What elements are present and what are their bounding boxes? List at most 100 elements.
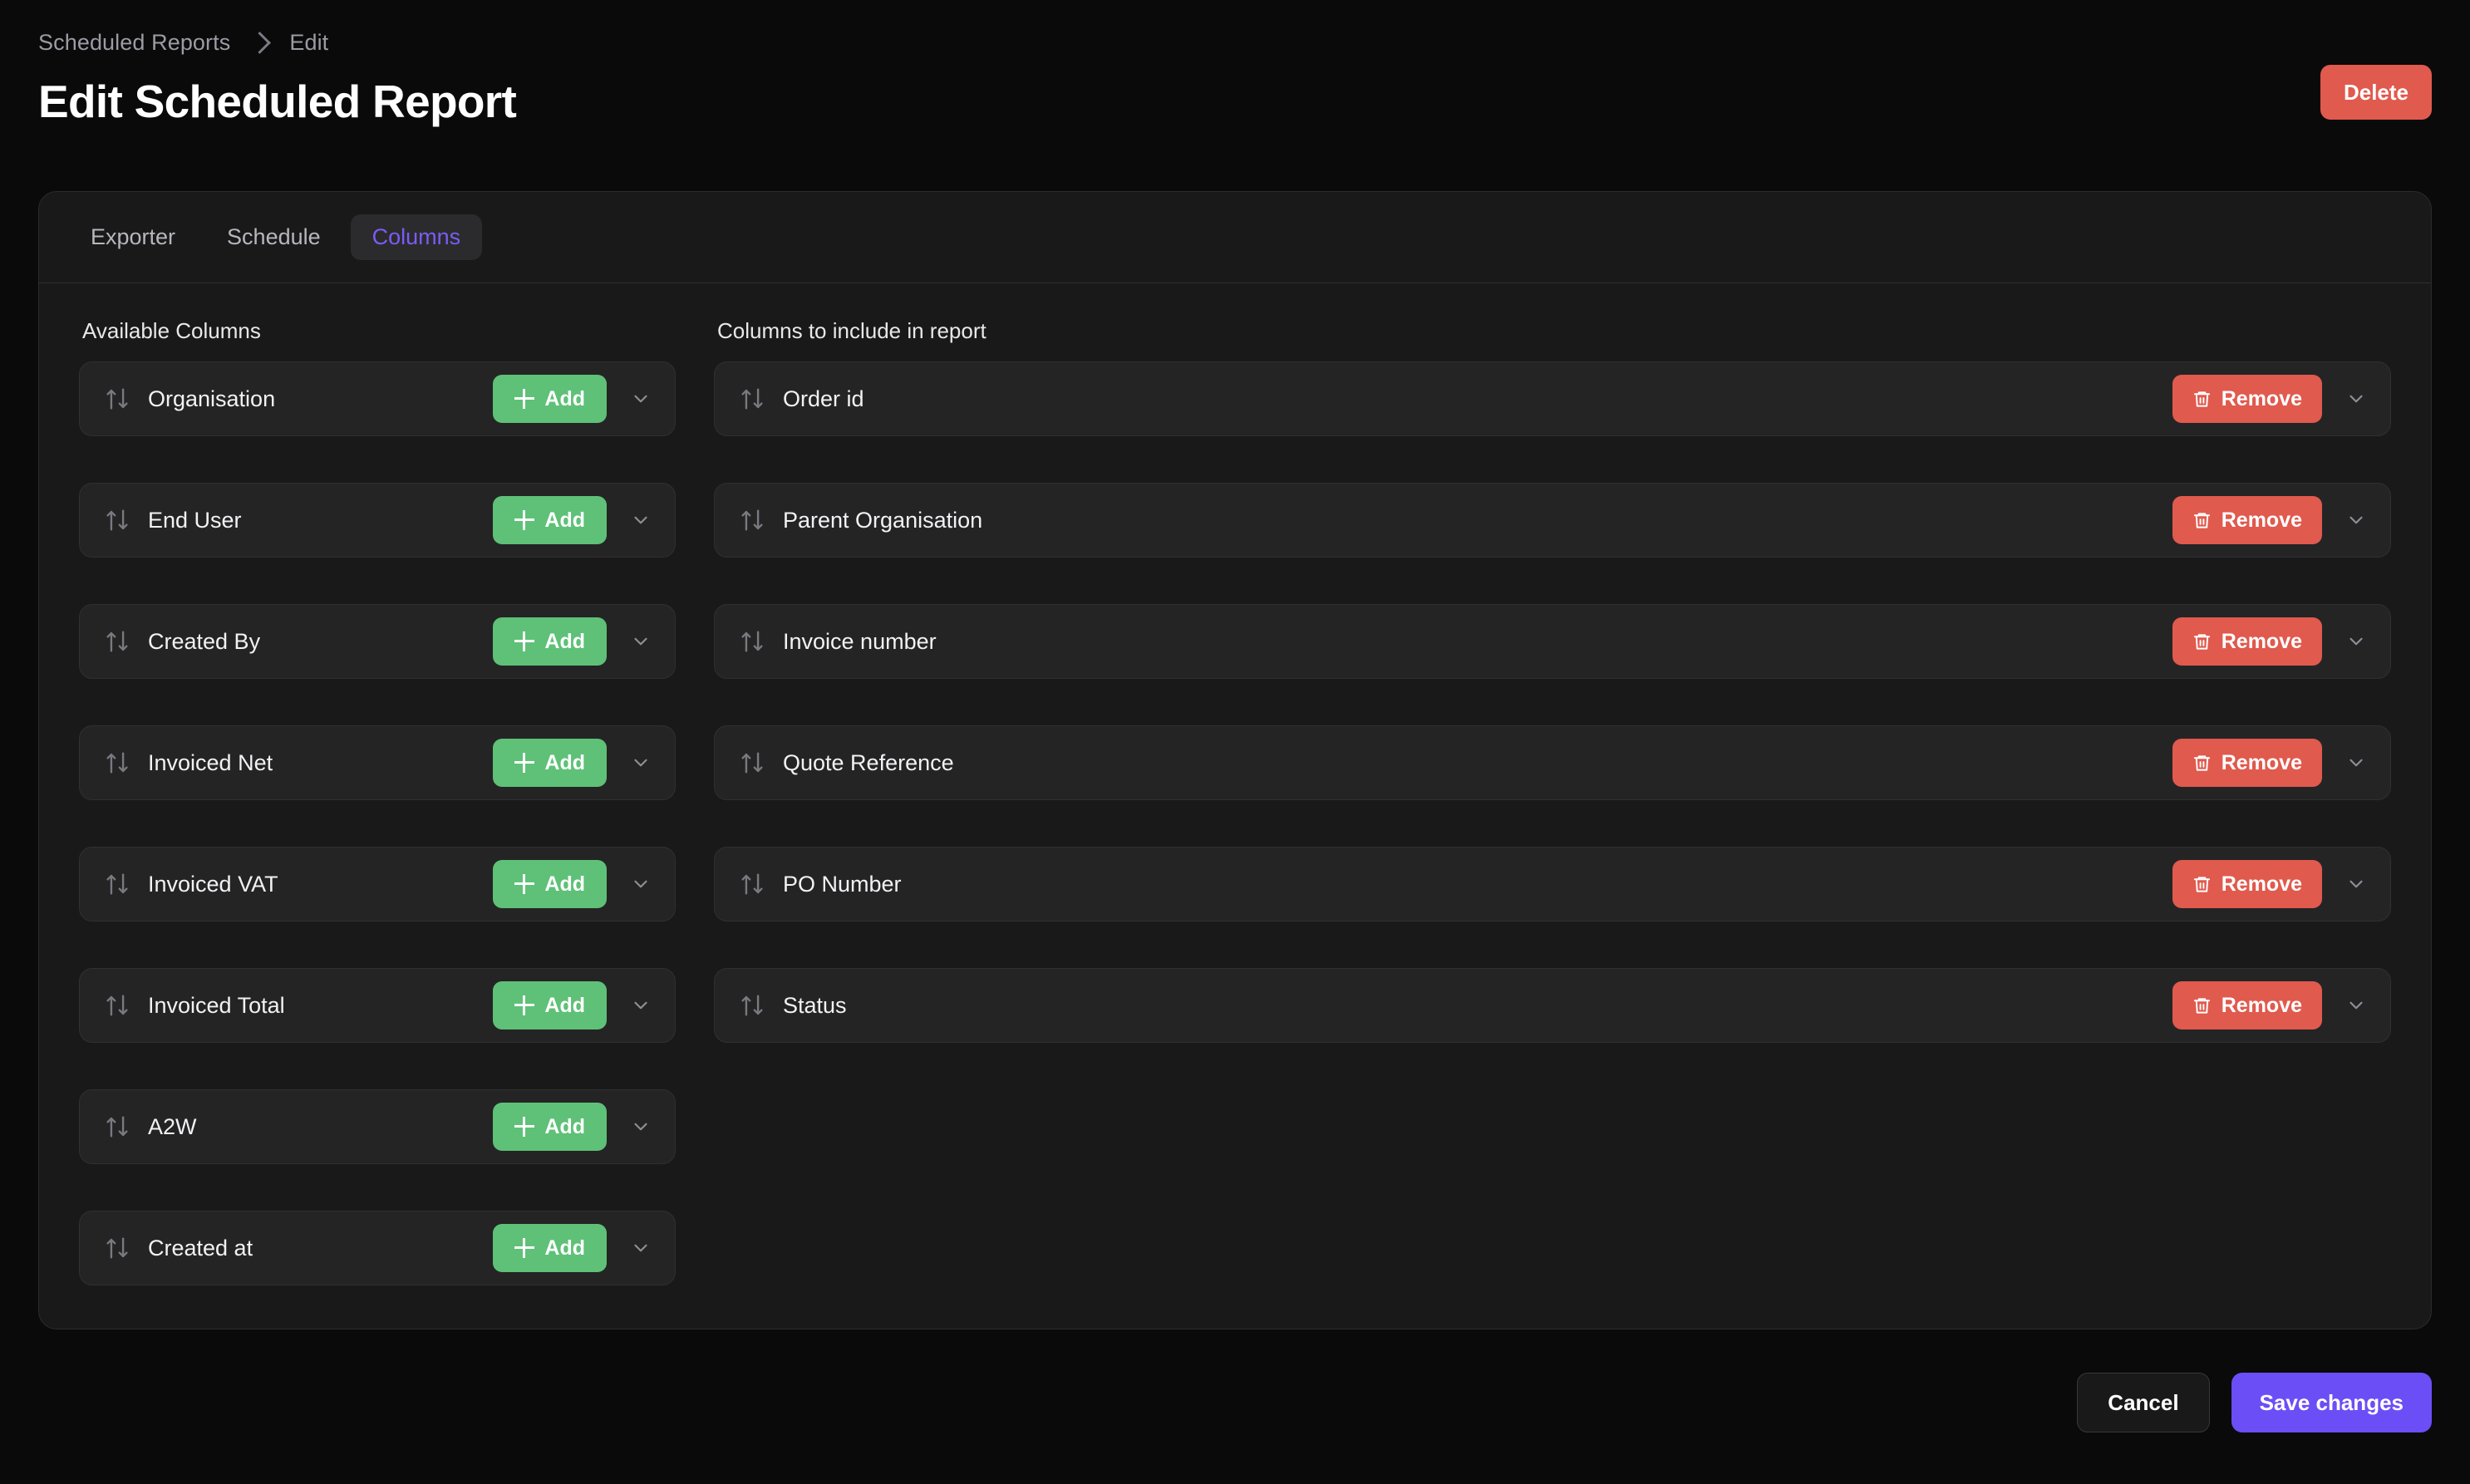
- chevron-down-icon[interactable]: [625, 626, 657, 657]
- plus-icon: [514, 389, 535, 409]
- page-title: Edit Scheduled Report: [38, 76, 517, 127]
- table-row-label: Invoice number: [783, 628, 937, 654]
- list-item[interactable]: Created at Add: [79, 1211, 676, 1285]
- add-button[interactable]: Add: [493, 739, 607, 787]
- add-button[interactable]: Add: [493, 1103, 607, 1151]
- available-columns-list: Organisation Add End User Add Created By…: [79, 361, 676, 1285]
- list-item[interactable]: Invoiced VAT Add: [79, 847, 676, 921]
- table-row-label: Quote Reference: [783, 749, 954, 775]
- tab-columns[interactable]: Columns: [350, 214, 483, 260]
- sort-updown-icon[interactable]: [103, 1113, 131, 1141]
- list-item[interactable]: Invoiced Net Add: [79, 725, 676, 800]
- table-row[interactable]: Status Remove: [714, 968, 2391, 1043]
- plus-icon: [514, 874, 535, 894]
- table-row[interactable]: PO Number Remove: [714, 847, 2391, 921]
- list-item[interactable]: A2W Add: [79, 1089, 676, 1164]
- delete-button[interactable]: Delete: [2320, 65, 2432, 120]
- remove-button[interactable]: Remove: [2172, 860, 2322, 908]
- save-changes-button[interactable]: Save changes: [2231, 1373, 2432, 1432]
- trash-icon: [2192, 873, 2212, 895]
- plus-icon: [514, 995, 535, 1015]
- add-button[interactable]: Add: [493, 496, 607, 544]
- sort-updown-icon[interactable]: [738, 506, 766, 534]
- remove-button[interactable]: Remove: [2172, 496, 2322, 544]
- sort-updown-icon[interactable]: [103, 749, 131, 777]
- list-item-label: Organisation: [148, 386, 276, 411]
- chevron-down-icon[interactable]: [2340, 747, 2372, 779]
- columns-panel: Available Columns Organisation Add End U…: [39, 283, 2431, 1285]
- remove-button[interactable]: Remove: [2172, 375, 2322, 423]
- included-columns-heading: Columns to include in report: [717, 318, 987, 343]
- table-row[interactable]: Order id Remove: [714, 361, 2391, 436]
- remove-button[interactable]: Remove: [2172, 617, 2322, 666]
- tab-schedule[interactable]: Schedule: [205, 214, 342, 260]
- available-columns-section: Available Columns Organisation Add End U…: [79, 320, 676, 1285]
- list-item-label: Invoiced Total: [148, 992, 285, 1018]
- chevron-down-icon[interactable]: [2340, 990, 2372, 1021]
- add-button-label: Add: [544, 508, 585, 532]
- add-button[interactable]: Add: [493, 1224, 607, 1272]
- trash-icon: [2192, 631, 2212, 652]
- add-button[interactable]: Add: [493, 375, 607, 423]
- sort-updown-icon[interactable]: [738, 627, 766, 656]
- chevron-down-icon[interactable]: [2340, 868, 2372, 900]
- chevron-down-icon[interactable]: [2340, 504, 2372, 536]
- page-header: Edit Scheduled Report Delete: [38, 65, 2432, 145]
- plus-icon: [514, 631, 535, 651]
- breadcrumb: Scheduled Reports Edit: [38, 0, 2432, 58]
- tab-exporter[interactable]: Exporter: [69, 214, 197, 260]
- chevron-down-icon[interactable]: [625, 868, 657, 900]
- sort-updown-icon[interactable]: [738, 749, 766, 777]
- table-row[interactable]: Quote Reference Remove: [714, 725, 2391, 800]
- plus-icon: [514, 1238, 535, 1258]
- sort-updown-icon[interactable]: [738, 870, 766, 898]
- remove-button-label: Remove: [2221, 993, 2302, 1017]
- breadcrumb-item-edit[interactable]: Edit: [289, 31, 328, 54]
- trash-icon: [2192, 995, 2212, 1016]
- add-button[interactable]: Add: [493, 860, 607, 908]
- sort-updown-icon[interactable]: [103, 1234, 131, 1262]
- chevron-down-icon[interactable]: [625, 1232, 657, 1264]
- add-button-label: Add: [544, 386, 585, 410]
- chevron-down-icon[interactable]: [2340, 626, 2372, 657]
- chevron-right-icon: [248, 31, 272, 54]
- cancel-button[interactable]: Cancel: [2077, 1373, 2210, 1432]
- list-item[interactable]: Invoiced Total Add: [79, 968, 676, 1043]
- chevron-down-icon[interactable]: [625, 990, 657, 1021]
- chevron-down-icon[interactable]: [625, 747, 657, 779]
- chevron-down-icon[interactable]: [625, 504, 657, 536]
- add-button[interactable]: Add: [493, 617, 607, 666]
- add-button-label: Add: [544, 1236, 585, 1260]
- add-button[interactable]: Add: [493, 981, 607, 1029]
- chevron-down-icon[interactable]: [625, 1111, 657, 1142]
- list-item-label: Created at: [148, 1235, 253, 1260]
- table-row[interactable]: Invoice number Remove: [714, 604, 2391, 679]
- sort-updown-icon[interactable]: [738, 991, 766, 1020]
- available-columns-heading: Available Columns: [82, 318, 261, 343]
- plus-icon: [514, 510, 535, 530]
- table-row-label: Status: [783, 992, 847, 1018]
- add-button-label: Add: [544, 1114, 585, 1138]
- sort-updown-icon[interactable]: [103, 385, 131, 413]
- included-columns-list: Order id Remove Parent Organisation Remo…: [714, 361, 2391, 1043]
- page-root: Scheduled Reports Edit Edit Scheduled Re…: [0, 0, 2470, 1484]
- table-row-label: Parent Organisation: [783, 507, 983, 533]
- sort-updown-icon[interactable]: [103, 627, 131, 656]
- chevron-down-icon[interactable]: [2340, 383, 2372, 415]
- table-row[interactable]: Parent Organisation Remove: [714, 483, 2391, 558]
- list-item[interactable]: Organisation Add: [79, 361, 676, 436]
- list-item[interactable]: End User Add: [79, 483, 676, 558]
- trash-icon: [2192, 388, 2212, 410]
- table-row-label: Order id: [783, 386, 864, 411]
- chevron-down-icon[interactable]: [625, 383, 657, 415]
- breadcrumb-item-scheduled-reports[interactable]: Scheduled Reports: [38, 31, 230, 54]
- sort-updown-icon[interactable]: [103, 870, 131, 898]
- remove-button-label: Remove: [2221, 629, 2302, 653]
- remove-button[interactable]: Remove: [2172, 739, 2322, 787]
- remove-button-label: Remove: [2221, 386, 2302, 410]
- list-item[interactable]: Created By Add: [79, 604, 676, 679]
- sort-updown-icon[interactable]: [738, 385, 766, 413]
- remove-button[interactable]: Remove: [2172, 981, 2322, 1029]
- sort-updown-icon[interactable]: [103, 506, 131, 534]
- sort-updown-icon[interactable]: [103, 991, 131, 1020]
